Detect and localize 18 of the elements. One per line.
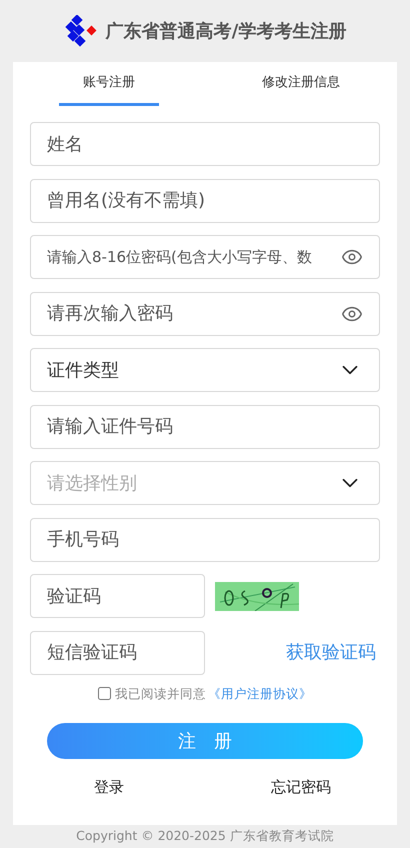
logo-icon xyxy=(64,15,98,47)
copyright-text: Copyright © 2020-2025 广东省教育考试院 xyxy=(76,827,334,845)
input-field[interactable]: 验证码 xyxy=(30,574,205,618)
agreement-text: 我已阅读并同意 xyxy=(115,684,206,702)
tab[interactable]: 修改注册信息 xyxy=(251,62,351,106)
input-field[interactable]: 姓名 xyxy=(30,122,380,166)
input-field[interactable]: 手机号码 xyxy=(30,518,380,562)
login-link[interactable]: 登录 xyxy=(94,776,124,799)
input-field[interactable]: 曾用名(没有不需填) xyxy=(30,178,380,222)
input-field[interactable]: 请输入证件号码 xyxy=(30,404,380,448)
password-field[interactable]: 请输入8-16位密码(包含大小写字母、数 xyxy=(30,235,380,279)
tab[interactable]: 账号注册 xyxy=(59,62,159,106)
password-field[interactable]: 请再次输入密码 xyxy=(30,292,380,336)
input-field[interactable]: 短信验证码 xyxy=(30,630,205,674)
page-title: 广东省普通高考/学考考生注册 xyxy=(106,20,346,44)
agreement-checkbox[interactable] xyxy=(98,687,111,700)
forgot-password-link[interactable]: 忘记密码 xyxy=(271,776,331,799)
select-field[interactable]: 证件类型 xyxy=(30,348,380,392)
